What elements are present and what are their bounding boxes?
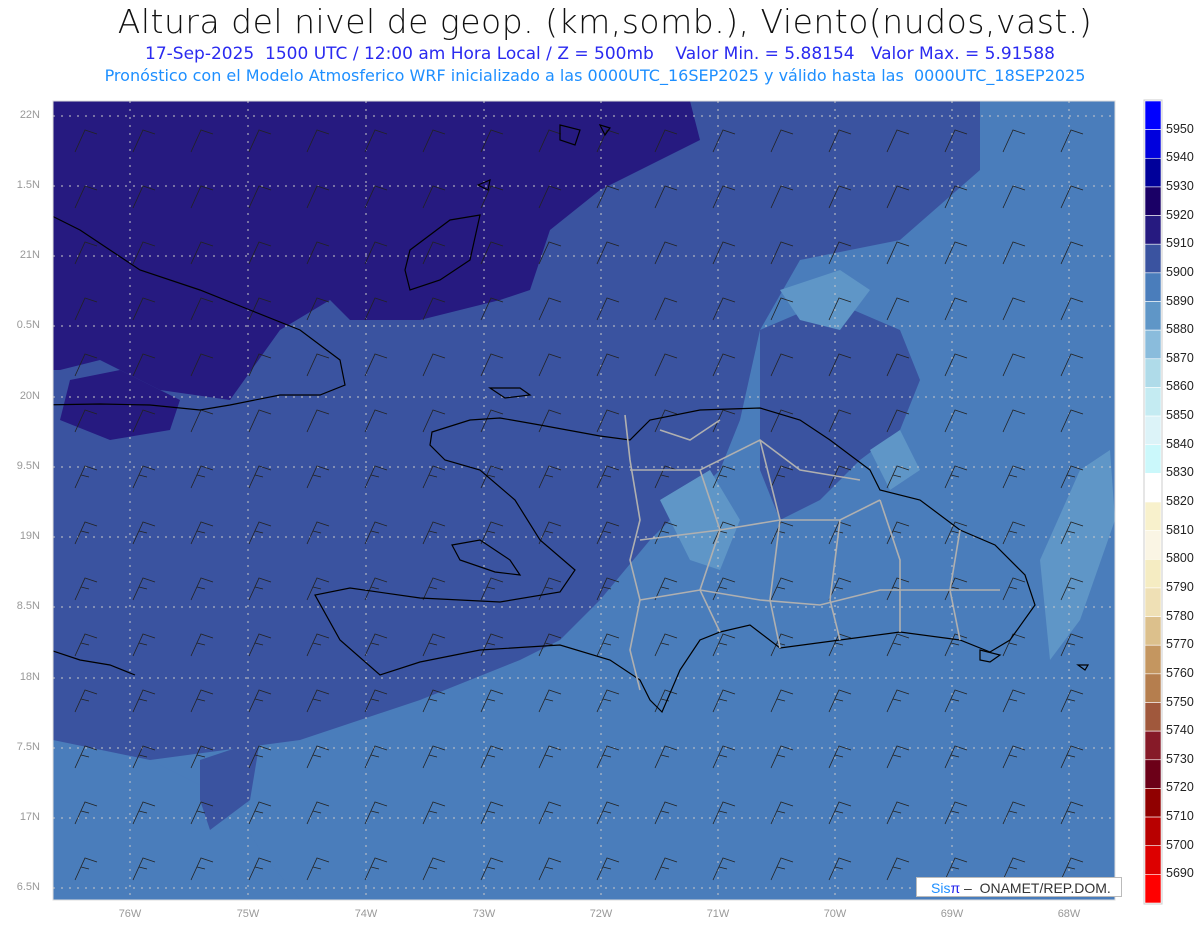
colorbar-label: 5740 — [1166, 723, 1194, 738]
colorbar-swatch — [1144, 616, 1162, 646]
lat-label: 18N — [19, 671, 40, 683]
lon-label: 74W — [354, 908, 378, 920]
colorbar-label: 5900 — [1166, 264, 1194, 279]
colorbar — [1143, 99, 1163, 905]
colorbar-swatch — [1144, 272, 1162, 302]
lon-label: 76W — [118, 908, 142, 920]
lat-label: 1.5N — [16, 179, 40, 191]
shading-layer — [53, 101, 1115, 900]
lon-label: 69W — [940, 908, 964, 920]
geopotential-map — [52, 99, 1163, 905]
map-title: Altura del nivel de geop. (km,somb.), Vi… — [117, 2, 1093, 41]
logo-sis: Sis — [931, 880, 951, 896]
colorbar-label: 5770 — [1166, 637, 1194, 652]
colorbar-label: 5830 — [1166, 465, 1194, 480]
colorbar-label: 5820 — [1166, 494, 1194, 508]
colorbar-label: 5710 — [1166, 809, 1194, 824]
colorbar-swatch — [1144, 329, 1162, 360]
logo-text: – ONAMET/REP.DOM. — [960, 880, 1111, 896]
colorbar-swatch — [1144, 816, 1162, 847]
colorbar-label: 5860 — [1166, 379, 1194, 394]
colorbar-swatch — [1144, 129, 1162, 159]
colorbar-swatch — [1144, 673, 1162, 703]
lon-label: 70W — [823, 908, 847, 920]
colorbar-label: 5790 — [1166, 579, 1194, 594]
colorbar-label: 5760 — [1166, 665, 1194, 680]
colorbar-swatch — [1144, 587, 1162, 617]
colorbar-label: 5730 — [1166, 751, 1194, 766]
colorbar-label: 5850 — [1166, 408, 1194, 423]
map-subtitle: 17-Sep-2025 1500 UTC / 12:00 am Hora Loc… — [145, 44, 1055, 64]
colorbar-swatch — [1144, 387, 1162, 417]
lat-label: 7.5N — [16, 741, 40, 753]
colorbar-label: 5880 — [1166, 322, 1194, 337]
colorbar-swatch — [1144, 845, 1162, 875]
lat-label: 0.5N — [16, 319, 40, 331]
colorbar-label: 5920 — [1166, 207, 1194, 222]
lon-label: 75W — [236, 908, 260, 920]
colorbar-label: 5780 — [1166, 608, 1194, 623]
lat-label: 19N — [19, 530, 40, 542]
colorbar-swatch — [1144, 358, 1162, 388]
colorbar-label: 5720 — [1166, 780, 1194, 795]
colorbar-label: 5890 — [1166, 293, 1194, 308]
colorbar-label: 5910 — [1166, 236, 1194, 251]
colorbar-swatch — [1144, 301, 1162, 331]
colorbar-swatch — [1144, 157, 1162, 188]
lat-label: 21N — [19, 249, 40, 261]
lat-label: 8.5N — [16, 600, 40, 612]
colorbar-label: 5930 — [1166, 178, 1194, 193]
colorbar-label: 5810 — [1166, 522, 1194, 537]
colorbar-label: 5800 — [1166, 551, 1194, 566]
colorbar-label: 5750 — [1166, 694, 1194, 709]
colorbar-swatch — [1144, 702, 1162, 732]
colorbar-swatch — [1144, 444, 1162, 474]
colorbar-label: 5940 — [1166, 150, 1194, 165]
colorbar-swatch — [1144, 759, 1162, 789]
lat-label: 9.5N — [16, 460, 40, 472]
lon-label: 73W — [472, 908, 496, 920]
lat-label: 6.5N — [16, 881, 40, 893]
logo-pi: π — [950, 880, 961, 896]
colorbar-swatch — [1144, 644, 1162, 675]
onamet-logo: Sisπ – ONAMET/REP.DOM. — [916, 877, 1122, 897]
colorbar-swatch — [1144, 215, 1162, 245]
lon-label: 71W — [706, 908, 730, 920]
lon-label: 68W — [1057, 908, 1081, 920]
colorbar-swatch — [1144, 501, 1162, 531]
colorbar-swatch — [1144, 186, 1162, 216]
colorbar-swatch — [1144, 788, 1162, 818]
colorbar-label: 5950 — [1166, 121, 1194, 136]
colorbar-swatch — [1144, 730, 1162, 761]
colorbar-swatch — [1144, 473, 1162, 503]
colorbar-swatch — [1144, 100, 1162, 130]
lat-label: 17N — [19, 811, 40, 823]
colorbar-swatch — [1144, 558, 1162, 589]
colorbar-label: 5690 — [1166, 866, 1194, 881]
colorbar-label: 5840 — [1166, 436, 1194, 451]
colorbar-swatch — [1144, 874, 1162, 904]
colorbar-swatch — [1144, 530, 1162, 560]
colorbar-label: 5700 — [1166, 837, 1194, 852]
forecast-info: Pronóstico con el Modelo Atmosferico WRF… — [104, 66, 1086, 85]
colorbar-label: 5870 — [1166, 350, 1194, 365]
colorbar-swatch — [1144, 415, 1162, 446]
lat-label: 22N — [19, 109, 40, 121]
lon-label: 72W — [589, 908, 613, 920]
colorbar-swatch — [1144, 243, 1162, 274]
lat-label: 20N — [19, 390, 40, 402]
